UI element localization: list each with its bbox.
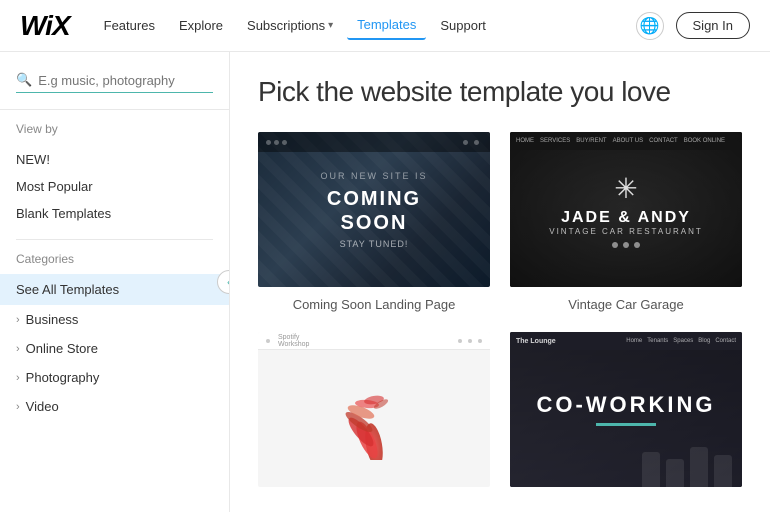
nav-dot [274, 140, 279, 145]
logo: WiX [20, 10, 70, 42]
sidebar-online-store[interactable]: › Online Store [0, 334, 229, 363]
coworking-title-text: CO-WORKING [536, 393, 715, 417]
globe-icon: 🌐 [640, 16, 660, 36]
sculpture-nav: SpotifyWorkshop [258, 332, 490, 350]
sidebar-all-templates[interactable]: See All Templates [0, 274, 229, 305]
sculpture-nav-dot [266, 339, 270, 343]
view-by-label: View by [16, 122, 213, 136]
person-silhouette [690, 447, 708, 487]
sculpture-nav-dot [478, 339, 482, 343]
header: WiX Features Explore Subscriptions ▾ Tem… [0, 0, 770, 52]
sidebar-video[interactable]: › Video [0, 392, 229, 421]
person-silhouette [714, 455, 732, 487]
coworking-nav: The Lounge Home Tenants Spaces Blog Cont… [510, 332, 742, 350]
template-thumb-vintage: HOME SERVICES BUY/RENT ABOUT US CONTACT … [510, 132, 742, 287]
language-button[interactable]: 🌐 [636, 12, 664, 40]
search-input[interactable] [38, 73, 213, 88]
nav-right: 🌐 Sign In [636, 12, 750, 40]
signin-button[interactable]: Sign In [676, 12, 750, 39]
collapse-icon: ‹ [227, 275, 230, 289]
chevron-icon: › [16, 401, 20, 413]
sidebar-link-blank[interactable]: Blank Templates [16, 200, 213, 227]
main-container: ‹ 🔍 View by NEW! Most Popular Blank Temp… [0, 52, 770, 512]
template-name-coming-soon: Coming Soon Landing Page [258, 297, 490, 312]
templates-grid: OUR NEW SITE IS COMINGSOON STAY TUNED! C… [258, 132, 742, 497]
template-thumb-coming-soon: OUR NEW SITE IS COMINGSOON STAY TUNED! [258, 132, 490, 287]
vintage-dots [549, 242, 703, 248]
nav-dot [463, 140, 468, 145]
view-by-section: View by NEW! Most Popular Blank Template… [0, 122, 229, 227]
sculpture-nav-dot [458, 339, 462, 343]
person-silhouette [642, 452, 660, 487]
template-card-sculpture[interactable]: SpotifyWorkshop [258, 332, 490, 497]
nav-support[interactable]: Support [430, 12, 496, 39]
coworking-bar [596, 423, 656, 426]
spiral-art [339, 360, 409, 460]
template-card-coming-soon[interactable]: OUR NEW SITE IS COMINGSOON STAY TUNED! C… [258, 132, 490, 312]
sculpture-nav-dot [468, 339, 472, 343]
nav-dot [474, 140, 479, 145]
nav-dot [266, 140, 271, 145]
template-nav-bar [258, 132, 490, 152]
search-wrap: 🔍 [16, 68, 213, 93]
sidebar-link-popular[interactable]: Most Popular [16, 173, 213, 200]
person-silhouette [666, 459, 684, 487]
coworking-people [510, 437, 742, 487]
sidebar-business[interactable]: › Business [0, 305, 229, 334]
template-card-vintage[interactable]: HOME SERVICES BUY/RENT ABOUT US CONTACT … [510, 132, 742, 312]
template-thumb-coworking: The Lounge Home Tenants Spaces Blog Cont… [510, 332, 742, 487]
template-name-vintage: Vintage Car Garage [510, 297, 742, 312]
coming-soon-overlay: OUR NEW SITE IS COMINGSOON STAY TUNED! [320, 171, 427, 249]
vintage-title-text: JADE & ANDY [549, 209, 703, 227]
nav-templates[interactable]: Templates [347, 11, 426, 40]
template-thumb-sculpture: SpotifyWorkshop [258, 332, 490, 487]
content-area: Pick the website template you love [230, 52, 770, 512]
nav-subscriptions[interactable]: Subscriptions ▾ [237, 12, 343, 39]
vintage-overlay: ✳ JADE & ANDY VINTAGE CAR RESTAURANT [549, 172, 703, 248]
nav-explore[interactable]: Explore [169, 12, 233, 39]
search-container: 🔍 [0, 68, 229, 110]
categories-label: Categories [0, 252, 229, 266]
page-title: Pick the website template you love [258, 76, 742, 108]
vintage-emblem: ✳ [549, 172, 703, 205]
chevron-icon: › [16, 343, 20, 355]
nav-features[interactable]: Features [94, 12, 165, 39]
sidebar-photography[interactable]: › Photography [0, 363, 229, 392]
sidebar-link-new[interactable]: NEW! [16, 146, 213, 173]
main-nav: Features Explore Subscriptions ▾ Templat… [94, 11, 636, 40]
subscriptions-dropdown-icon: ▾ [328, 20, 333, 31]
vintage-nav: HOME SERVICES BUY/RENT ABOUT US CONTACT … [510, 132, 742, 150]
vintage-subtitle-text: VINTAGE CAR RESTAURANT [549, 227, 703, 236]
template-card-coworking[interactable]: The Lounge Home Tenants Spaces Blog Cont… [510, 332, 742, 497]
chevron-icon: › [16, 372, 20, 384]
vintage-dot [612, 242, 618, 248]
sidebar-divider [16, 239, 213, 240]
nav-dot [282, 140, 287, 145]
coworking-overlay: CO-WORKING [536, 393, 715, 426]
vintage-dot [634, 242, 640, 248]
sidebar: ‹ 🔍 View by NEW! Most Popular Blank Temp… [0, 52, 230, 512]
search-icon: 🔍 [16, 72, 32, 88]
vintage-dot [623, 242, 629, 248]
chevron-icon: › [16, 314, 20, 326]
